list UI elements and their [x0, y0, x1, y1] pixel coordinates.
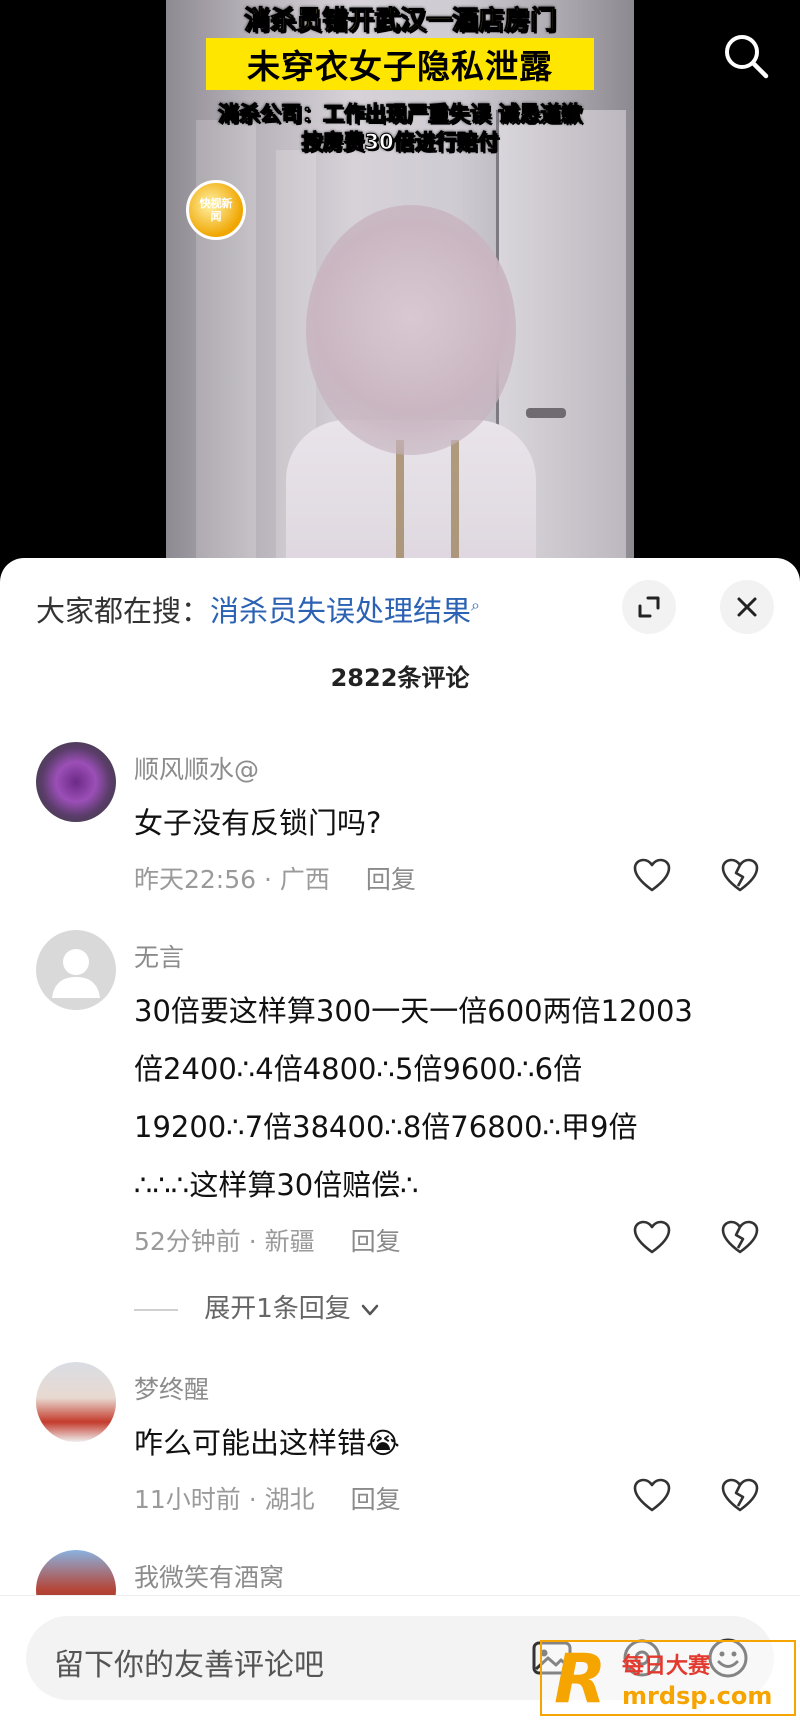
reply-button[interactable]: 回复: [351, 1485, 401, 1514]
broken-heart-icon[interactable]: [720, 1476, 760, 1516]
comment-username[interactable]: 梦终醒: [134, 1370, 209, 1406]
comment-text-line: ∴∴∴这样算30倍赔偿∴: [134, 1168, 419, 1202]
hot-search-label: 大家都在搜：: [36, 594, 211, 628]
close-button[interactable]: [720, 580, 774, 634]
heart-icon[interactable]: [632, 1476, 672, 1516]
watermark-letter: R: [554, 1640, 607, 1719]
comment-text-line: 倍2400∴4倍4800∴5倍9600∴6倍: [134, 1052, 583, 1086]
stripe: [396, 440, 404, 570]
crying-emoji: 😭: [366, 1426, 400, 1460]
comment-meta: 昨天22:56 · 广西 回复: [134, 860, 416, 896]
video-player[interactable]: 消杀员错开武汉一酒店房门 未穿衣女子隐私泄露 消杀公司：工作出现严重失误 诚恳道…: [0, 0, 800, 570]
comment-time-location: 52分钟前 · 新疆: [134, 1227, 315, 1256]
avatar[interactable]: [36, 742, 116, 822]
comment-text: 女子没有反锁门吗?: [134, 806, 382, 840]
comment-text: 30倍要这样算300一天一倍600两倍12003 倍2400∴4倍4800∴5倍…: [134, 982, 774, 1214]
expand-icon: [638, 596, 660, 618]
video-headline: 消杀员错开武汉一酒店房门: [243, 6, 556, 37]
watermark-bottom-text: mrdsp.com: [622, 1682, 773, 1710]
comment-sheet: 大家都在搜：消杀员失误处理结果⌕ 2822条评论 顺风顺水@ 女子没有反锁门吗?…: [0, 558, 800, 1721]
news-logo-text: 快视新闻: [199, 197, 233, 223]
expand-replies-button[interactable]: 展开1条回复: [134, 1288, 381, 1325]
watermark-top-text: 每日大赛: [622, 1654, 711, 1679]
broken-heart-icon[interactable]: [720, 856, 760, 896]
default-avatar-icon: [52, 949, 100, 998]
expand-replies-label: 展开1条回复: [204, 1294, 351, 1324]
search-icon[interactable]: [720, 30, 772, 82]
comment-count: 2822条评论: [330, 664, 470, 692]
comment-text-line: 30倍要这样算300一天一倍600两倍12003: [134, 994, 693, 1028]
news-logo: 快视新闻: [186, 180, 246, 240]
comment-text-body: 咋么可能出这样错: [134, 1426, 367, 1460]
video-headline-main: 未穿衣女子隐私泄露: [247, 47, 553, 86]
comment-input-placeholder: 留下你的友善评论吧: [54, 1648, 324, 1683]
stripe: [451, 440, 459, 570]
watermark-logo: R 每日大赛 mrdsp.com: [540, 1640, 796, 1719]
video-frame[interactable]: 消杀员错开武汉一酒店房门 未穿衣女子隐私泄露 消杀公司：工作出现严重失误 诚恳道…: [166, 0, 634, 570]
comment-text: 咋么可能出这样错😭: [134, 1414, 774, 1472]
chevron-down-icon: [361, 1304, 379, 1315]
hot-search-link[interactable]: 消杀员失误处理结果: [210, 594, 471, 628]
comment-username[interactable]: 顺风顺水@: [134, 750, 259, 786]
comment-username[interactable]: 无言: [134, 938, 184, 974]
door-handle: [526, 408, 566, 418]
avatar[interactable]: [36, 1362, 116, 1442]
video-headline-highlight: 未穿衣女子隐私泄露: [206, 38, 594, 90]
comment-time-location: 昨天22:56 · 广西: [134, 865, 330, 894]
comment-username[interactable]: 我微笑有酒窝: [134, 1558, 284, 1594]
heart-icon[interactable]: [632, 856, 672, 896]
expand-button[interactable]: [622, 580, 676, 634]
reply-button[interactable]: 回复: [351, 1227, 401, 1256]
video-subheadline: 消杀公司：工作出现严重失误 诚恳道歉: [217, 102, 583, 127]
search-small-icon: ⌕: [471, 595, 480, 615]
avatar[interactable]: [36, 930, 116, 1010]
close-icon: [737, 597, 757, 617]
comment-meta: 52分钟前 · 新疆 回复: [134, 1222, 401, 1258]
hot-search: 大家都在搜：消杀员失误处理结果⌕: [36, 588, 480, 630]
reply-button[interactable]: 回复: [366, 865, 416, 894]
broken-heart-icon[interactable]: [720, 1218, 760, 1258]
heart-icon[interactable]: [632, 1218, 672, 1258]
blurred-face: [306, 205, 516, 455]
comment-meta: 11小时前 · 湖北 回复: [134, 1480, 401, 1516]
video-subheadline: 按房费30倍进行赔付: [301, 130, 499, 155]
comment-time-location: 11小时前 · 湖北: [134, 1485, 315, 1514]
comment-text-line: 19200∴7倍38400∴8倍76800∴甲9倍: [134, 1110, 638, 1144]
